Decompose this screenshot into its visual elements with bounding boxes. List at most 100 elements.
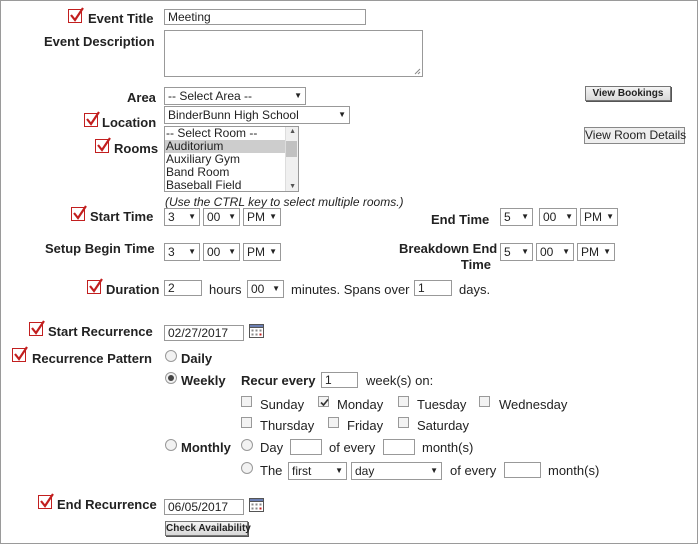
chevron-down-icon: ▼ xyxy=(269,212,277,221)
chevron-down-icon: ▼ xyxy=(338,110,346,119)
breakdown-label-line2: Time xyxy=(460,257,491,272)
area-select-value: -- Select Area -- xyxy=(168,89,253,103)
rooms-scrollbar[interactable]: ▲ ▼ xyxy=(285,127,298,191)
setup-hour-select[interactable]: 3 ▼ xyxy=(164,243,200,261)
friday-label: Friday xyxy=(347,418,384,433)
chevron-down-icon: ▼ xyxy=(606,212,614,221)
recur-every-label: Recur every xyxy=(241,373,316,388)
spans-days-input[interactable]: 1 xyxy=(414,280,452,296)
ordinal-select[interactable]: first ▼ xyxy=(288,462,347,480)
monthly-every-input[interactable] xyxy=(383,439,415,455)
tuesday-checkbox[interactable] xyxy=(398,396,409,407)
duration-hours-input[interactable]: 2 xyxy=(164,280,202,296)
end-hour-value: 5 xyxy=(504,210,511,224)
duration-minutes-value: 00 xyxy=(251,282,265,296)
event-description-textarea[interactable] xyxy=(164,30,423,77)
weekly-radio[interactable] xyxy=(165,372,177,384)
event-title-label: Event Title xyxy=(88,11,154,26)
chevron-down-icon: ▼ xyxy=(269,247,277,256)
chevron-down-icon: ▼ xyxy=(562,247,570,256)
view-room-details-button[interactable]: View Room Details xyxy=(584,127,686,144)
start-minute-select[interactable]: 00 ▼ xyxy=(203,208,240,226)
breakdown-ampm-value: PM xyxy=(581,245,599,259)
chevron-down-icon: ▼ xyxy=(335,466,343,475)
sunday-label: Sunday xyxy=(260,397,305,412)
daily-radio[interactable] xyxy=(165,350,177,362)
start-hour-value: 3 xyxy=(168,210,175,224)
start-time-label: Start Time xyxy=(90,209,154,224)
wednesday-label: Wednesday xyxy=(499,397,568,412)
rooms-hint: (Use the CTRL key to select multiple roo… xyxy=(165,195,404,209)
location-select[interactable]: BinderBunn High School ▼ xyxy=(164,106,350,124)
check-icon xyxy=(320,398,329,407)
monthly-day-input[interactable] xyxy=(290,439,322,455)
resize-handle-icon[interactable] xyxy=(414,68,421,75)
recur-every-input[interactable]: 1 xyxy=(321,372,358,388)
required-checkbox-rooms xyxy=(95,137,111,153)
scroll-up-icon[interactable]: ▲ xyxy=(289,128,296,135)
monthly-radio[interactable] xyxy=(165,439,177,451)
monthly-day-radio[interactable] xyxy=(241,439,253,451)
breakdown-minute-select[interactable]: 00 ▼ xyxy=(536,243,574,261)
end-recurrence-label: End Recurrence xyxy=(57,497,157,512)
end-time-label: End Time xyxy=(431,212,490,227)
end-recurrence-input[interactable]: 06/05/2017 xyxy=(164,499,244,515)
required-checkbox-duration xyxy=(87,278,103,294)
event-title-input[interactable]: Meeting xyxy=(164,9,366,25)
breakdown-hour-value: 5 xyxy=(504,245,511,259)
end-hour-select[interactable]: 5 ▼ xyxy=(500,208,533,226)
start-ampm-value: PM xyxy=(247,210,265,224)
scrollbar-thumb[interactable] xyxy=(286,141,297,157)
ordinal-value: first xyxy=(292,464,312,478)
calendar-icon[interactable] xyxy=(249,323,264,338)
required-checkbox-start-time xyxy=(71,205,87,221)
breakdown-ampm-select[interactable]: PM ▼ xyxy=(577,243,615,261)
wednesday-checkbox[interactable] xyxy=(479,396,490,407)
chevron-down-icon: ▼ xyxy=(521,212,529,221)
duration-minutes-select[interactable]: 00 ▼ xyxy=(247,280,284,298)
chevron-down-icon: ▼ xyxy=(430,466,438,475)
thursday-checkbox[interactable] xyxy=(241,417,252,428)
start-ampm-select[interactable]: PM ▼ xyxy=(243,208,281,226)
end-ampm-select[interactable]: PM ▼ xyxy=(580,208,618,226)
chevron-down-icon: ▼ xyxy=(188,212,196,221)
friday-checkbox[interactable] xyxy=(328,417,339,428)
duration-hours-text: hours xyxy=(209,282,242,297)
area-select[interactable]: -- Select Area -- ▼ xyxy=(164,87,306,105)
start-hour-select[interactable]: 3 ▼ xyxy=(164,208,200,226)
monthly-the-every-input[interactable] xyxy=(504,462,541,478)
weekday-unit-value: day xyxy=(355,464,375,478)
chevron-down-icon: ▼ xyxy=(521,247,529,256)
scroll-down-icon[interactable]: ▼ xyxy=(289,183,296,190)
of-every-text: of every xyxy=(329,440,376,455)
rooms-listbox[interactable]: -- Select Room -- Auditorium Auxiliary G… xyxy=(164,126,299,192)
chevron-down-icon: ▼ xyxy=(294,91,302,100)
weekday-unit-select[interactable]: day ▼ xyxy=(351,462,442,480)
monthly-the-radio[interactable] xyxy=(241,462,253,474)
calendar-icon[interactable] xyxy=(249,497,264,512)
monday-checkbox[interactable] xyxy=(318,396,329,407)
room-option[interactable]: Baseball Field xyxy=(165,179,298,192)
setup-ampm-select[interactable]: PM ▼ xyxy=(243,243,281,261)
start-recurrence-input[interactable]: 02/27/2017 xyxy=(164,325,244,341)
end-minute-value: 00 xyxy=(543,210,557,224)
required-checkbox-start-recurrence xyxy=(29,320,45,336)
view-bookings-button[interactable]: View Bookings xyxy=(585,86,671,101)
sunday-checkbox[interactable] xyxy=(241,396,252,407)
breakdown-label-line1: Breakdown End xyxy=(399,241,498,256)
breakdown-hour-select[interactable]: 5 ▼ xyxy=(500,243,533,261)
saturday-checkbox[interactable] xyxy=(398,417,409,428)
chevron-down-icon: ▼ xyxy=(603,247,611,256)
start-minute-value: 00 xyxy=(207,210,221,224)
setup-minute-select[interactable]: 00 ▼ xyxy=(203,243,240,261)
duration-minutes-text: minutes. Spans over xyxy=(291,282,410,297)
start-recurrence-label: Start Recurrence xyxy=(48,324,153,339)
event-form: Event Title Meeting Event Description Ar… xyxy=(0,0,698,544)
check-availability-button[interactable]: Check Availability xyxy=(165,521,251,536)
end-minute-select[interactable]: 00 ▼ xyxy=(539,208,577,226)
breakdown-end-time-label: Breakdown End Time xyxy=(399,241,497,273)
saturday-label: Saturday xyxy=(417,418,470,433)
chevron-down-icon: ▼ xyxy=(228,212,236,221)
thursday-label: Thursday xyxy=(260,418,315,433)
the-label: The xyxy=(260,463,283,478)
